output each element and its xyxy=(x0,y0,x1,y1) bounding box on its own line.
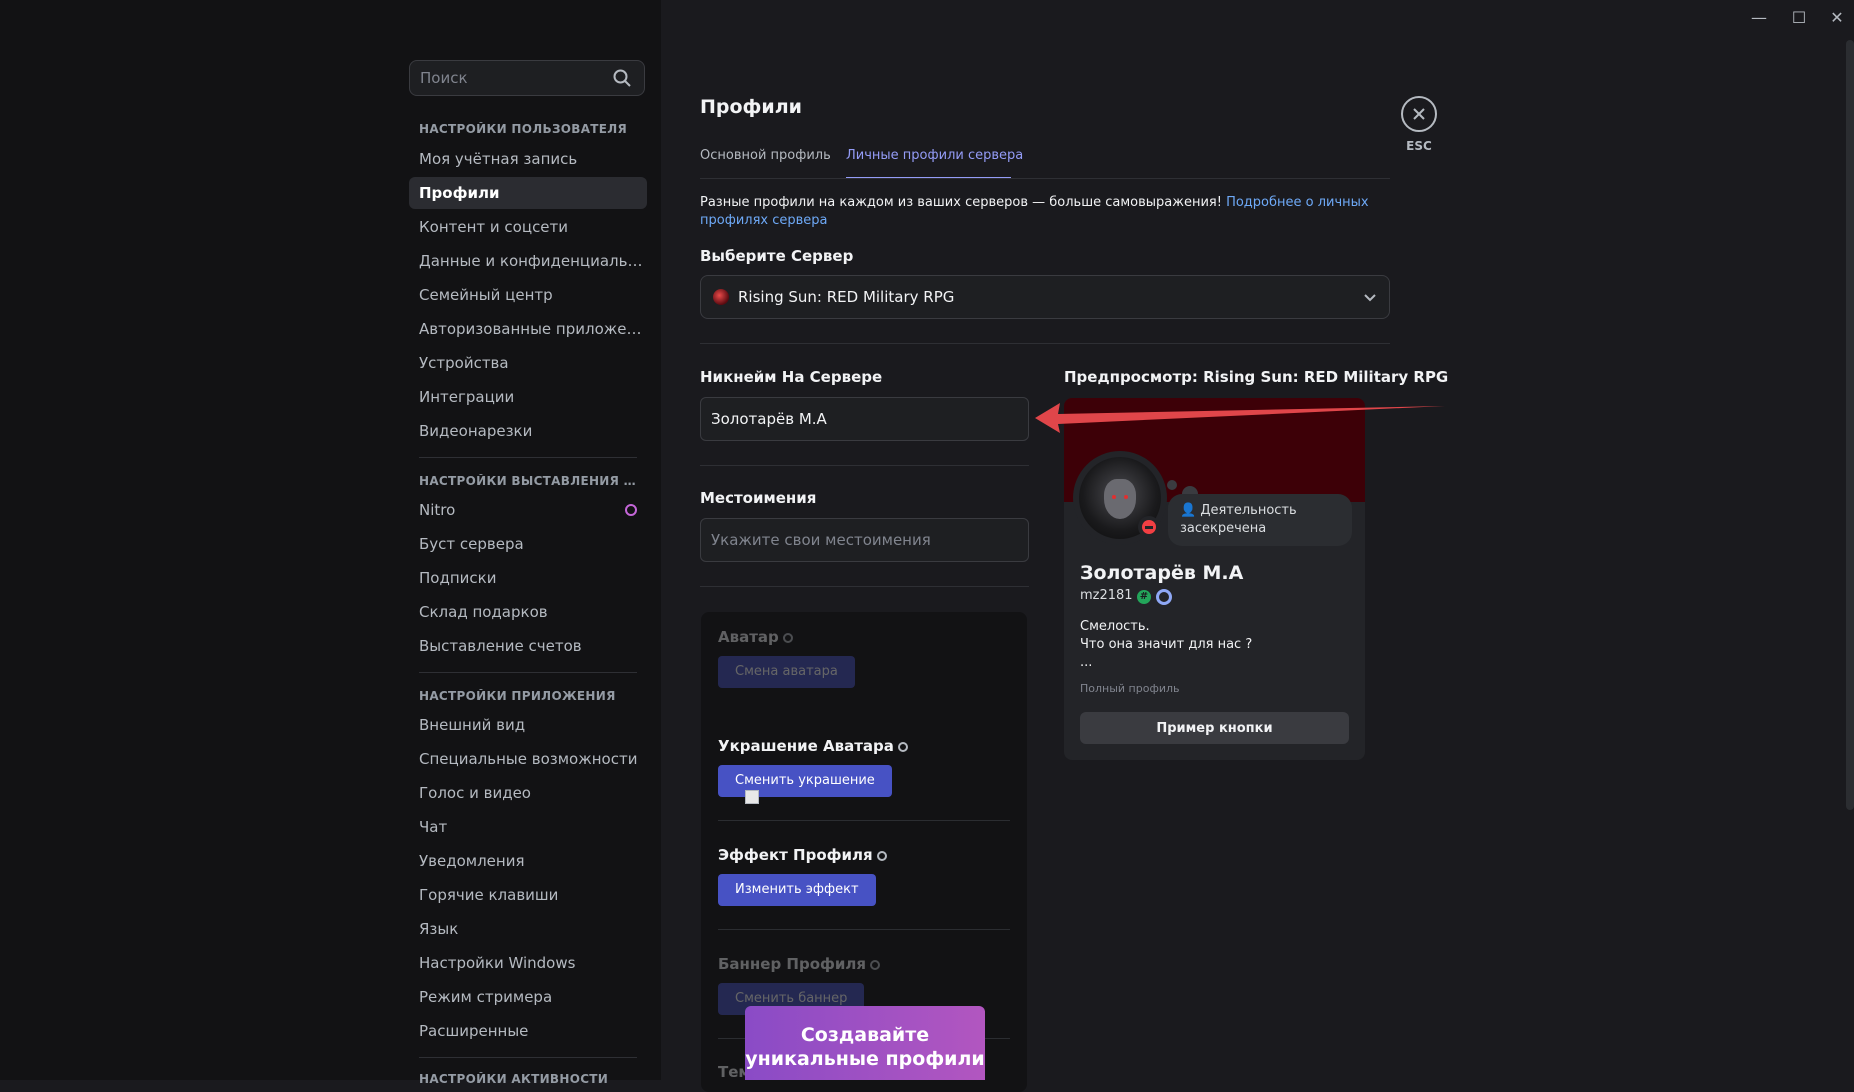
nickname-label: Никнейм На Сервере xyxy=(700,368,883,386)
nitro-icon xyxy=(625,504,637,516)
display-name: Золотарёв М.А xyxy=(1080,562,1244,584)
preview-title: Предпросмотр: Rising Sun: RED Military R… xyxy=(1064,368,1449,386)
pronouns-input[interactable] xyxy=(700,518,1029,562)
sidebar-item-account[interactable]: Моя учётная запись xyxy=(409,143,647,175)
sidebar-item-billing[interactable]: Выставление счетов xyxy=(409,630,647,662)
sidebar-item-accessibility[interactable]: Специальные возможности xyxy=(409,743,647,775)
sidebar-item-advanced[interactable]: Расширенные xyxy=(409,1015,647,1047)
sidebar-item-devices[interactable]: Устройства xyxy=(409,347,647,379)
server-select-value: Rising Sun: RED Military RPG xyxy=(738,288,955,306)
sidebar-item-keybinds[interactable]: Горячие клавиши xyxy=(409,879,647,911)
red-arrow-annotation xyxy=(1035,403,1445,433)
sidebar-item-family-center[interactable]: Семейный центр xyxy=(409,279,647,311)
profile-preview-card: 👤 Деятельность засекречена Золотарёв М.А… xyxy=(1064,398,1365,760)
thought-bubble-dot xyxy=(1167,480,1177,490)
content-scrollbar[interactable] xyxy=(1846,40,1854,810)
tab-server-profiles[interactable]: Личные профили сервера xyxy=(846,148,1023,163)
sidebar-item-profiles[interactable]: Профили xyxy=(409,177,647,209)
avatar-decoration-label-text: Украшение Аватара xyxy=(718,737,894,755)
section-title-app: НАСТРОЙКИ ПРИЛОЖЕНИЯ xyxy=(419,689,616,703)
search-icon xyxy=(613,69,631,87)
server-icon xyxy=(713,289,729,305)
sidebar-item-chat[interactable]: Чат xyxy=(409,811,647,843)
tabs-divider xyxy=(700,178,1390,179)
chevron-down-icon xyxy=(1364,294,1376,302)
sidebar-divider xyxy=(419,457,637,458)
sidebar-item-integrations[interactable]: Интеграции xyxy=(409,381,647,413)
intro-text: Разные профили на каждом из ваших сервер… xyxy=(700,194,1390,230)
profile-bio: Смелость. Что она значит для нас ? ... xyxy=(1080,619,1253,670)
pronouns-label: Местоимения xyxy=(700,489,817,507)
sidebar-item-subscriptions[interactable]: Подписки xyxy=(409,562,647,594)
nickname-input[interactable] xyxy=(700,397,1029,441)
nitro-promo-banner[interactable]: Создавайте уникальные профили xyxy=(745,1006,985,1080)
close-window-icon[interactable]: ✕ xyxy=(1825,8,1849,28)
custom-status-bubble: 👤 Деятельность засекречена xyxy=(1168,494,1352,546)
sidebar-item-nitro[interactable]: Nitro xyxy=(409,494,647,526)
intro-description: Разные профили на каждом из ваших сервер… xyxy=(700,195,1227,210)
sidebar-item-clips[interactable]: Видеонарезки xyxy=(409,415,647,447)
section-title-user: НАСТРОЙКИ ПОЛЬЗОВАТЕЛЯ xyxy=(419,122,628,136)
esc-label: ESC xyxy=(1406,139,1432,153)
sidebar-item-gift-inventory[interactable]: Склад подарков xyxy=(409,596,647,628)
hashtag-badge-icon[interactable]: # xyxy=(1137,590,1151,604)
wolf-avatar-image xyxy=(1104,479,1136,519)
username: mz2181 xyxy=(1080,588,1133,603)
profile-effect-label: Эффект Профиля xyxy=(718,846,887,864)
card-divider xyxy=(718,820,1010,821)
sidebar-item-notifications[interactable]: Уведомления xyxy=(409,845,647,877)
change-avatar-button[interactable]: Смена аватара xyxy=(718,656,855,688)
full-profile-link[interactable]: Полный профиль xyxy=(1080,682,1180,695)
section-title-billing: НАСТРОЙКИ ВЫСТАВЛЕНИЯ СЧЕТОВ xyxy=(419,474,639,488)
eye-mark xyxy=(1124,495,1128,499)
profile-banner-label: Баннер Профиля xyxy=(718,955,881,973)
card-divider xyxy=(718,929,1010,930)
section-divider xyxy=(700,586,1029,587)
close-icon xyxy=(1413,108,1425,120)
sidebar-item-content-social[interactable]: Контент и соцсети xyxy=(409,211,647,243)
sidebar-item-streamer-mode[interactable]: Режим стримера xyxy=(409,981,647,1013)
sidebar-item-windows-settings[interactable]: Настройки Windows xyxy=(409,947,647,979)
sidebar-item-label: Nitro xyxy=(419,501,456,519)
avatar-label: Аватар xyxy=(718,628,793,646)
profile-effect-label-text: Эффект Профиля xyxy=(718,846,873,864)
avatar-decoration-label: Украшение Аватара xyxy=(718,737,908,755)
sidebar-item-data-privacy[interactable]: Данные и конфиденциальность xyxy=(409,245,647,277)
sidebar-item-appearance[interactable]: Внешний вид xyxy=(409,709,647,741)
nitro-icon xyxy=(782,632,793,643)
eye-mark xyxy=(1112,495,1116,499)
sidebar-item-language[interactable]: Язык xyxy=(409,913,647,945)
dnd-status-icon xyxy=(1138,516,1160,538)
maximize-icon[interactable]: ☐ xyxy=(1787,8,1811,28)
broken-image-icon xyxy=(745,790,759,804)
profile-banner-label-text: Баннер Профиля xyxy=(718,955,867,973)
server-select[interactable]: Rising Sun: RED Military RPG xyxy=(700,275,1390,319)
nitro-icon xyxy=(876,850,887,861)
section-title-activity: НАСТРОЙКИ АКТИВНОСТИ xyxy=(419,1072,609,1086)
settings-sidebar: НАСТРОЙКИ ПОЛЬЗОВАТЕЛЯ Моя учётная запис… xyxy=(0,0,661,1086)
sidebar-item-authorized-apps[interactable]: Авторизованные приложения xyxy=(409,313,647,345)
nitro-icon xyxy=(897,741,908,752)
tab-main-profile[interactable]: Основной профиль xyxy=(700,148,831,163)
nitro-badge-icon[interactable] xyxy=(1156,589,1172,605)
sidebar-divider xyxy=(419,1057,637,1058)
close-settings-button[interactable] xyxy=(1401,96,1437,132)
search-box[interactable] xyxy=(409,60,645,96)
nitro-icon xyxy=(870,959,881,970)
change-effect-button[interactable]: Изменить эффект xyxy=(718,874,876,906)
sidebar-divider xyxy=(419,672,637,673)
section-divider xyxy=(700,465,1029,466)
page-title: Профили xyxy=(700,96,802,118)
sidebar-item-server-boost[interactable]: Буст сервера xyxy=(409,528,647,560)
search-input[interactable] xyxy=(420,61,600,95)
minimize-icon[interactable]: — xyxy=(1747,8,1771,28)
section-divider xyxy=(700,343,1390,344)
sidebar-item-voice-video[interactable]: Голос и видео xyxy=(409,777,647,809)
server-select-label: Выберите Сервер xyxy=(700,247,854,265)
example-button[interactable]: Пример кнопки xyxy=(1080,712,1349,744)
avatar-label-text: Аватар xyxy=(718,628,779,646)
